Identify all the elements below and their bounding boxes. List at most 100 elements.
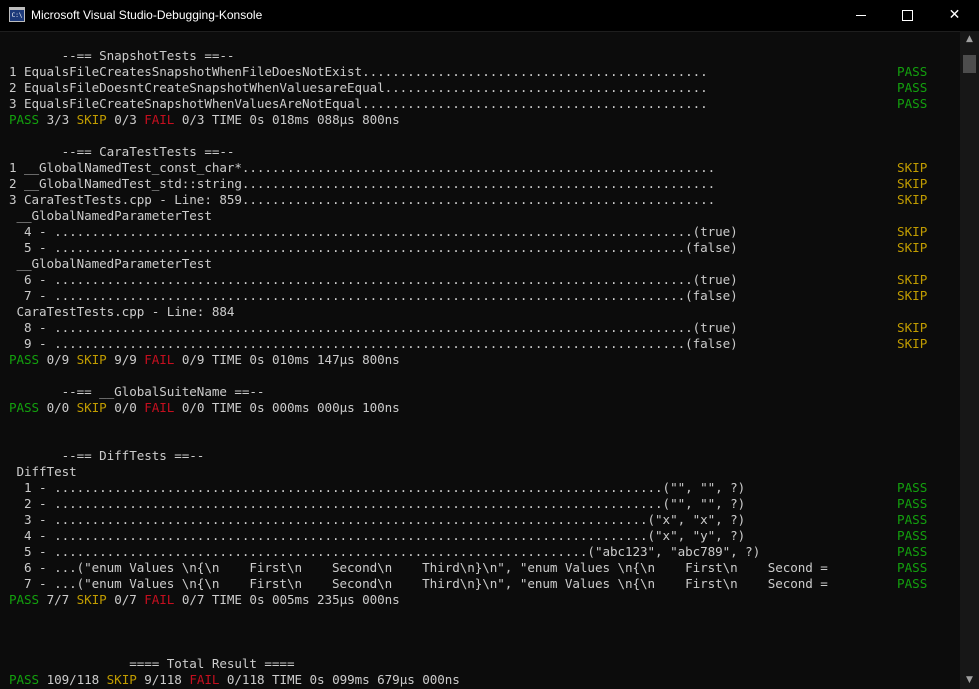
test-status-skip: SKIP <box>897 272 928 287</box>
summary-pass-count: 0/9 <box>39 352 77 367</box>
summary-time: TIME 0s 099ms 679µs 000ns <box>271 672 460 687</box>
test-result-line: 9 - ....................................… <box>9 336 738 351</box>
summary-fail-label: FAIL <box>144 352 175 367</box>
console-line: --== CaraTestTests ==-- <box>9 144 235 159</box>
maximize-button[interactable] <box>884 0 930 31</box>
test-result-line: 6 - ....................................… <box>9 272 738 287</box>
test-result-line: 8 - ....................................… <box>9 320 738 335</box>
summary-skip-label: SKIP <box>76 352 107 367</box>
summary-time: TIME 0s 005ms 235µs 000ns <box>211 592 400 607</box>
test-status-pass: PASS <box>897 80 928 95</box>
console-line: --== DiffTests ==-- <box>9 448 205 463</box>
summary-line: PASS 0/0 SKIP 0/0 FAIL 0/0 TIME 0s 000ms… <box>9 400 400 416</box>
test-status-pass: PASS <box>897 560 928 575</box>
scroll-down-arrow-icon[interactable]: ▼ <box>960 672 979 689</box>
console-line: --== __GlobalSuiteName ==-- <box>9 384 265 399</box>
test-status-pass: PASS <box>897 64 928 79</box>
test-result-line: 1 EqualsFileCreatesSnapshotWhenFileDoesN… <box>9 64 708 79</box>
console-line: ==== Total Result ==== <box>9 656 295 671</box>
summary-line: PASS 3/3 SKIP 0/3 FAIL 0/3 TIME 0s 018ms… <box>9 112 400 128</box>
summary-fail-count: 0/118 <box>219 672 272 687</box>
summary-fail-label: FAIL <box>144 592 175 607</box>
window-title: Microsoft Visual Studio-Debugging-Konsol… <box>31 8 263 22</box>
summary-time: TIME 0s 010ms 147µs 800ns <box>211 352 400 367</box>
test-result-line: 3 EqualsFileCreateSnapshotWhenValuesAreN… <box>9 96 708 111</box>
summary-skip-count: 9/118 <box>136 672 190 687</box>
test-status-pass: PASS <box>897 496 928 511</box>
test-status-skip: SKIP <box>897 224 928 239</box>
test-result-line: 1 __GlobalNamedTest_const_char*.........… <box>9 160 716 175</box>
summary-pass-count: 0/0 <box>39 400 77 415</box>
summary-skip-label: SKIP <box>106 672 137 687</box>
summary-pass-label: PASS <box>9 592 40 607</box>
test-status-pass: PASS <box>897 544 928 559</box>
test-result-line: 4 - ....................................… <box>9 528 746 543</box>
test-status-pass: PASS <box>897 480 928 495</box>
summary-time: TIME 0s 018ms 088µs 800ns <box>211 112 400 127</box>
scroll-up-arrow-icon[interactable]: ▲ <box>960 31 979 48</box>
test-status-pass: PASS <box>897 528 928 543</box>
summary-pass-label: PASS <box>9 352 40 367</box>
console-line: __GlobalNamedParameterTest <box>9 208 212 223</box>
test-result-line: 1 - ....................................… <box>9 480 746 495</box>
console-line: __GlobalNamedParameterTest <box>9 256 212 271</box>
test-status-skip: SKIP <box>897 288 928 303</box>
summary-fail-count: 0/3 <box>174 112 212 127</box>
summary-fail-count: 0/9 <box>174 352 212 367</box>
test-result-line: 2 - ....................................… <box>9 496 746 511</box>
test-status-skip: SKIP <box>897 320 928 335</box>
test-status-skip: SKIP <box>897 192 928 207</box>
close-icon: ✕ <box>948 7 961 23</box>
summary-fail-label: FAIL <box>144 112 175 127</box>
summary-skip-count: 0/0 <box>106 400 145 415</box>
summary-skip-count: 0/3 <box>106 112 145 127</box>
console-line: DiffTest <box>9 464 77 479</box>
scrollbar-thumb[interactable] <box>963 55 976 73</box>
test-status-pass: PASS <box>897 576 928 591</box>
summary-pass-label: PASS <box>9 112 40 127</box>
summary-pass-count: 3/3 <box>39 112 77 127</box>
vertical-scrollbar[interactable]: ▲ ▼ <box>960 31 979 689</box>
test-result-line: 2 EqualsFileDoesntCreateSnapshotWhenValu… <box>9 80 708 95</box>
test-status-pass: PASS <box>897 96 928 111</box>
summary-fail-label: FAIL <box>144 400 175 415</box>
summary-skip-count: 0/7 <box>106 592 145 607</box>
summary-pass-label: PASS <box>9 400 40 415</box>
test-result-line: 5 - ....................................… <box>9 240 738 255</box>
test-status-skip: SKIP <box>897 240 928 255</box>
console-output[interactable]: --== SnapshotTests ==-- PASS 1 EqualsFileC… <box>0 31 960 689</box>
test-result-line: 3 CaraTestTests.cpp - Line: 859.........… <box>9 192 716 207</box>
summary-line: PASS 0/9 SKIP 9/9 FAIL 0/9 TIME 0s 010ms… <box>9 352 400 368</box>
summary-fail-count: 0/0 <box>174 400 212 415</box>
test-result-line: 6 - ...("enum Values \n{\n First\n Secon… <box>9 560 836 575</box>
console-app-icon: C:\ <box>9 7 25 22</box>
test-result-line: 7 - ...("enum Values \n{\n First\n Secon… <box>9 576 836 591</box>
summary-skip-label: SKIP <box>76 112 107 127</box>
test-status-skip: SKIP <box>897 160 928 175</box>
minimize-button[interactable] <box>838 0 884 31</box>
summary-pass-label: PASS <box>9 672 40 687</box>
test-result-line: 7 - ....................................… <box>9 288 738 303</box>
summary-pass-count: 7/7 <box>39 592 77 607</box>
summary-line: PASS 109/118 SKIP 9/118 FAIL 0/118 TIME … <box>9 672 460 688</box>
summary-skip-label: SKIP <box>76 400 107 415</box>
summary-skip-label: SKIP <box>76 592 107 607</box>
test-result-line: 2 __GlobalNamedTest_std::string.........… <box>9 176 716 191</box>
summary-fail-label: FAIL <box>189 672 220 687</box>
summary-line: PASS 7/7 SKIP 0/7 FAIL 0/7 TIME 0s 005ms… <box>9 592 400 608</box>
summary-skip-count: 9/9 <box>106 352 145 367</box>
summary-pass-count: 109/118 <box>39 672 107 687</box>
console-line: CaraTestTests.cpp - Line: 884 <box>9 304 235 319</box>
summary-fail-count: 0/7 <box>174 592 212 607</box>
close-button[interactable]: ✕ <box>930 0 979 31</box>
console-line: --== SnapshotTests ==-- <box>9 48 235 63</box>
minimize-icon <box>856 14 866 16</box>
title-bar[interactable]: C:\ Microsoft Visual Studio-Debugging-Ko… <box>0 0 979 32</box>
maximize-icon <box>901 9 913 21</box>
test-result-line: 3 - ....................................… <box>9 512 746 527</box>
test-status-pass: PASS <box>897 512 928 527</box>
test-status-skip: SKIP <box>897 176 928 191</box>
test-result-line: 5 - ....................................… <box>9 544 761 559</box>
test-result-line: 4 - ....................................… <box>9 224 738 239</box>
summary-time: TIME 0s 000ms 000µs 100ns <box>211 400 400 415</box>
